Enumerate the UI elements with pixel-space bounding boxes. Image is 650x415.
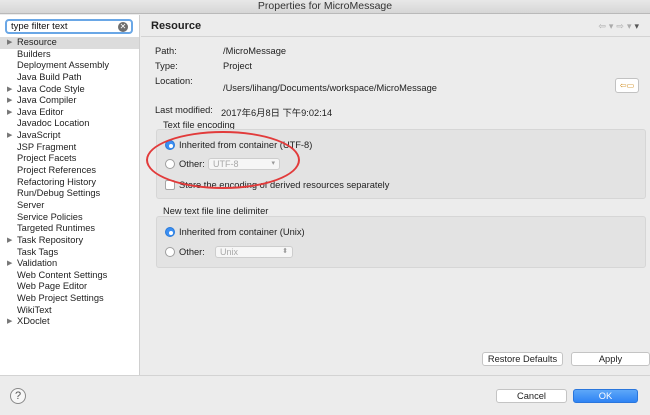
sidebar-item-label: Project References [17, 165, 97, 176]
sidebar: ✕ ▶ResourceBuildersDeployment AssemblyJa… [0, 15, 140, 375]
delimiter-group-title: New text file line delimiter [163, 206, 269, 216]
sidebar-item-label: Java Code Style [17, 83, 85, 94]
sidebar-item-label: Task Tags [17, 246, 59, 257]
sidebar-item-label: Builders [17, 48, 51, 59]
path-value: /MicroMessage [223, 46, 287, 56]
sidebar-item-label: Web Content Settings [17, 269, 108, 280]
sidebar-item[interactable]: Refactoring History [0, 177, 139, 189]
path-label: Path: [155, 46, 177, 56]
sidebar-item-label: Web Page Editor [17, 281, 88, 292]
sidebar-item[interactable]: WikiText [0, 305, 139, 317]
sidebar-item-label: WikiText [17, 304, 52, 315]
stepper-icon: ⬍ [282, 248, 288, 255]
sidebar-item-label: Run/Debug Settings [17, 188, 101, 199]
sidebar-item[interactable]: Web Content Settings [0, 270, 139, 282]
sidebar-item[interactable]: ▶ Validation [0, 258, 139, 270]
sidebar-item[interactable]: ▶ Task Repository [0, 235, 139, 247]
show-in-system-explorer-button[interactable]: ⇦▭ [615, 78, 639, 93]
filter-input[interactable] [7, 21, 112, 32]
help-icon[interactable]: ? [10, 388, 26, 404]
sidebar-item-label: Java Compiler [17, 95, 77, 106]
sidebar-item-label: Targeted Runtimes [17, 223, 96, 234]
show-in-explorer-icon: ⇦▭ [619, 81, 635, 90]
sidebar-item-label: Service Policies [17, 211, 83, 222]
sidebar-item[interactable]: Project Facets [0, 153, 139, 165]
expand-arrow-icon[interactable]: ▶ [7, 95, 12, 107]
back-icon[interactable]: ⇦ [598, 21, 609, 31]
sidebar-item[interactable]: ▶ XDoclet [0, 316, 139, 328]
other-delimiter-select[interactable]: Unix ⬍ [215, 246, 293, 258]
sidebar-item[interactable]: Server [0, 200, 139, 212]
sidebar-item-label: Web Project Settings [17, 293, 104, 304]
restore-defaults-button[interactable]: Restore Defaults [482, 352, 563, 366]
sidebar-item-label: Javadoc Location [17, 118, 90, 129]
delimiter-group: Inherited from container (Unix) Other: U… [156, 216, 646, 268]
sidebar-item-label: Refactoring History [17, 176, 97, 187]
sidebar-item[interactable]: JSP Fragment [0, 142, 139, 154]
sidebar-item-label: JSP Fragment [17, 141, 77, 152]
last-modified-label: Last modified: [155, 105, 213, 115]
ok-button[interactable]: OK [573, 389, 638, 403]
sidebar-item[interactable]: Javadoc Location [0, 118, 139, 130]
sidebar-item-label: Project Facets [17, 153, 77, 164]
sidebar-item-label: Java Build Path [17, 71, 82, 82]
property-page-tree: ▶ Resource Builders Deployment Assembly Java… [0, 37, 139, 328]
sidebar-item[interactable]: ▶ Java Editor [0, 107, 139, 119]
expand-arrow-icon[interactable]: ▶ [7, 107, 12, 119]
clear-filter-icon[interactable]: ✕ [118, 22, 128, 32]
sidebar-item[interactable]: ▶ JavaScript [0, 130, 139, 142]
sidebar-item[interactable]: Project References [0, 165, 139, 177]
expand-arrow-icon[interactable]: ▶ [7, 316, 12, 328]
expand-arrow-icon[interactable]: ▶ [7, 84, 12, 96]
sidebar-item-label: XDoclet [17, 316, 50, 327]
expand-arrow-icon[interactable]: ▶ [7, 37, 12, 49]
view-menu-icon[interactable]: ▾ [634, 21, 642, 31]
filter-field[interactable]: ✕ [5, 19, 133, 34]
other-delimiter-label: Other: [179, 247, 205, 257]
last-modified-value: 2017年6月8日 下午9:02:14 [221, 108, 333, 118]
sidebar-item[interactable]: Web Page Editor [0, 281, 139, 293]
sidebar-item[interactable]: ▶ Java Compiler [0, 95, 139, 107]
window-title: Properties for MicroMessage [0, 0, 650, 14]
sidebar-item[interactable]: ▶ Java Code Style [0, 84, 139, 96]
sidebar-item[interactable]: Java Build Path [0, 72, 139, 84]
sidebar-item-label: Java Editor [17, 106, 64, 117]
sidebar-item-label: JavaScript [17, 130, 61, 141]
sidebar-item[interactable]: Builders [0, 49, 139, 61]
other-delimiter-radio[interactable] [165, 247, 175, 257]
forward-icon[interactable]: ⇨ [616, 21, 627, 31]
sidebar-item[interactable]: ▶ Resource [0, 37, 139, 49]
location-value: /Users/lihang/Documents/workspace/MicroM… [223, 83, 437, 93]
location-label: Location: [155, 76, 193, 86]
dialog-footer: ? Cancel OK [0, 375, 650, 415]
other-delimiter-value: Unix [220, 247, 239, 257]
type-value: Project [223, 61, 252, 71]
expand-arrow-icon[interactable]: ▶ [7, 130, 12, 142]
annotation-ellipse [146, 131, 300, 189]
sidebar-item[interactable]: Web Project Settings [0, 293, 139, 305]
page-header: Resource ⇦▾⇨▾▾ [141, 15, 650, 37]
property-page: Resource ⇦▾⇨▾▾ Path: /MicroMessage Type:… [141, 15, 650, 375]
sidebar-item-label: Server [17, 199, 45, 210]
history-nav[interactable]: ⇦▾⇨▾▾ [598, 21, 642, 32]
inherited-delimiter-radio[interactable] [165, 227, 175, 237]
sidebar-item[interactable]: Task Tags [0, 247, 139, 259]
sidebar-item[interactable]: Targeted Runtimes [0, 223, 139, 235]
sidebar-item-label: Resource [17, 37, 57, 47]
page-title: Resource [151, 20, 202, 32]
expand-arrow-icon[interactable]: ▶ [7, 258, 12, 270]
sidebar-item[interactable]: Service Policies [0, 212, 139, 224]
sidebar-item-label: Validation [17, 258, 58, 269]
sidebar-item-label: Deployment Assembly [17, 60, 109, 71]
cancel-button[interactable]: Cancel [496, 389, 567, 403]
inherited-delimiter-label: Inherited from container (Unix) [179, 227, 305, 237]
apply-button[interactable]: Apply [571, 352, 650, 366]
type-label: Type: [155, 61, 178, 71]
sidebar-item[interactable]: Run/Debug Settings [0, 188, 139, 200]
expand-arrow-icon[interactable]: ▶ [7, 235, 12, 247]
sidebar-item-label: Task Repository [17, 234, 84, 245]
sidebar-item[interactable]: Deployment Assembly [0, 60, 139, 72]
